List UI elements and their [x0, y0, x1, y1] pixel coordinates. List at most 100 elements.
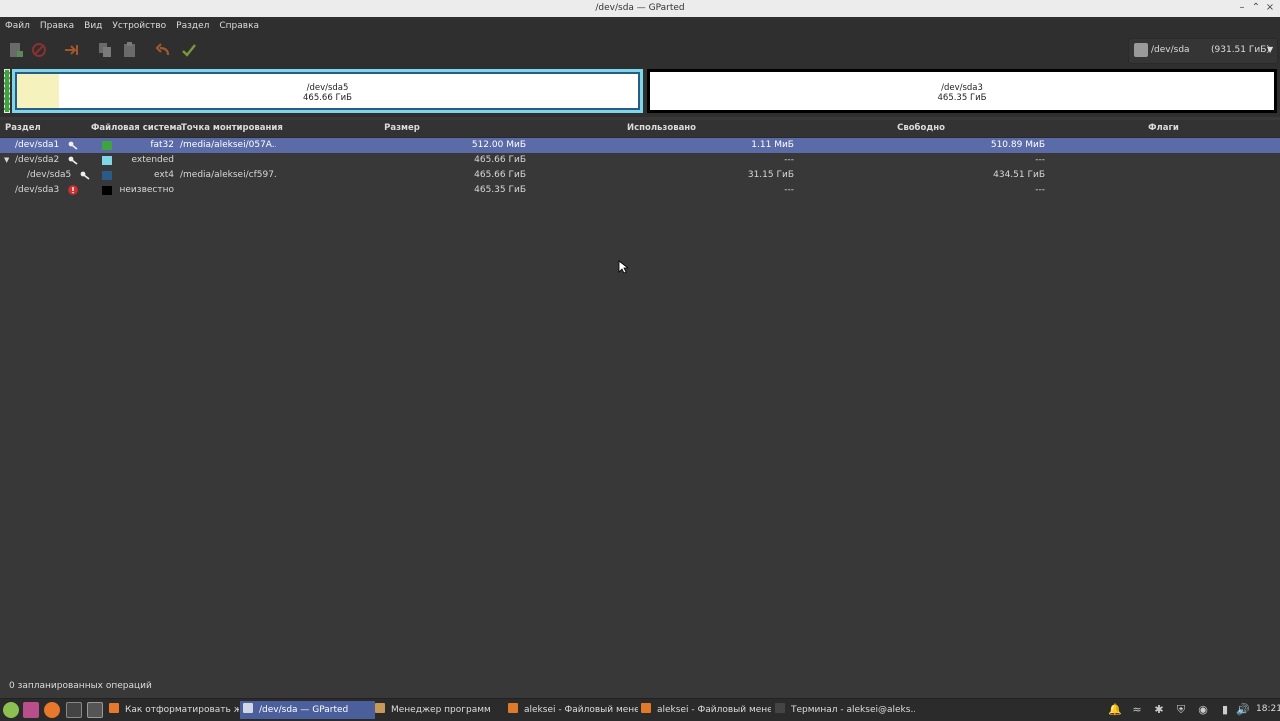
- menu-help[interactable]: Справка: [214, 17, 264, 35]
- filesystem: ext4: [154, 170, 174, 180]
- app-icon: [109, 703, 119, 713]
- free: 510.89 МиБ: [990, 140, 1045, 150]
- header-flags[interactable]: Флаги: [1047, 120, 1280, 137]
- partition-name: /dev/sda5: [27, 170, 72, 180]
- taskbar-item[interactable]: Менеджер программ: [372, 701, 505, 719]
- menu-edit[interactable]: Правка: [35, 17, 79, 35]
- bluetooth-icon[interactable]: ✱: [1152, 703, 1166, 717]
- mouse-pointer-icon: [618, 260, 628, 274]
- nvidia-icon[interactable]: ◉: [1196, 703, 1210, 717]
- bell-icon[interactable]: 🔔: [1108, 703, 1122, 717]
- software-icon[interactable]: [23, 702, 39, 718]
- flags: [1050, 168, 1250, 183]
- flags: [1050, 138, 1250, 153]
- mountpoint: [180, 183, 276, 198]
- disk-icon: [1134, 43, 1148, 57]
- maximize-icon[interactable]: ⌃: [1250, 2, 1262, 14]
- minimize-icon[interactable]: –: [1236, 2, 1248, 14]
- used: 31.15 ГиБ: [747, 170, 794, 180]
- taskbar: Как отформатировать ж... /dev/sda — GPart…: [0, 698, 1280, 721]
- free: 434.51 ГиБ: [993, 170, 1045, 180]
- table-row[interactable]: /dev/sda5 ext4/media/aleksei/cf597... 465.…: [0, 168, 1280, 183]
- paste-icon[interactable]: [121, 41, 139, 59]
- partition-table: /dev/sda1 fat32/media/aleksei/057A... 512.…: [0, 138, 1280, 208]
- taskbar-item-label: /dev/sda — GParted: [259, 705, 349, 715]
- size: 465.66 ГиБ: [474, 155, 526, 165]
- expander-icon[interactable]: ▼: [4, 153, 9, 168]
- header-free[interactable]: Свободно: [796, 120, 1046, 137]
- table-row[interactable]: ▼ /dev/sda2 extended 465.66 ГиБ --- ---: [0, 153, 1280, 168]
- copy-icon[interactable]: [97, 41, 115, 59]
- header-size[interactable]: Размер: [277, 120, 527, 137]
- menu-view[interactable]: Вид: [79, 17, 107, 35]
- taskbar-item[interactable]: aleksei - Файловый мене...: [505, 701, 638, 719]
- menu-partition[interactable]: Раздел: [171, 17, 214, 35]
- menu-device[interactable]: Устройство: [107, 17, 171, 35]
- taskbar-item[interactable]: aleksei - Файловый мене...: [638, 701, 771, 719]
- status-text: 0 запланированных операций: [9, 681, 152, 691]
- chevron-down-icon: ▼: [1267, 45, 1274, 54]
- sda3-graphic[interactable]: /dev/sda3 465.35 ГиБ: [647, 69, 1277, 113]
- table-row[interactable]: /dev/sda3 неизвестно 465.35 ГиБ --- ---: [0, 183, 1280, 198]
- free: ---: [1035, 185, 1045, 195]
- taskbar-item-label: Терминал - aleksei@aleks...: [791, 705, 915, 715]
- sda5-graphic-size: 465.66 ГиБ: [303, 93, 352, 103]
- files-icon[interactable]: [87, 702, 103, 718]
- partition-name: /dev/sda1: [15, 140, 60, 150]
- new-icon[interactable]: [7, 41, 25, 59]
- fs-color-swatch: [102, 141, 112, 150]
- app-icon: [375, 703, 385, 713]
- menu-icon[interactable]: [3, 702, 19, 718]
- menu-file[interactable]: Файл: [0, 17, 35, 35]
- wifi-icon[interactable]: ≈: [1130, 703, 1144, 717]
- header-filesystem[interactable]: Файловая система: [91, 120, 182, 137]
- app-icon: [641, 703, 651, 713]
- size: 465.66 ГиБ: [474, 170, 526, 180]
- menu-bar: Файл Правка Вид Устройство Раздел Справка: [0, 17, 1280, 35]
- warning-icon: [68, 185, 78, 195]
- header-partition[interactable]: Раздел: [5, 120, 41, 137]
- delete-icon[interactable]: [30, 41, 48, 59]
- terminal-icon[interactable]: [66, 702, 82, 718]
- device-name: /dev/sda: [1151, 45, 1190, 55]
- filesystem: fat32: [150, 140, 174, 150]
- partition-name: /dev/sda3: [15, 185, 60, 195]
- taskbar-item[interactable]: Как отформатировать ж...: [106, 701, 239, 719]
- sda2-graphic[interactable]: /dev/sda5 465.66 ГиБ: [12, 69, 643, 113]
- table-row[interactable]: /dev/sda1 fat32/media/aleksei/057A... 512.…: [0, 138, 1280, 153]
- flags: [1050, 153, 1250, 168]
- taskbar-item-label: aleksei - Файловый мене...: [524, 705, 638, 715]
- filesystem: неизвестно: [119, 185, 174, 195]
- sda5-graphic[interactable]: /dev/sda5 465.66 ГиБ: [15, 72, 640, 110]
- clock[interactable]: 18:21: [1256, 704, 1280, 714]
- resize-move-icon[interactable]: [63, 41, 81, 59]
- used: 1.11 МиБ: [751, 140, 794, 150]
- taskbar-item-label: Менеджер программ: [391, 705, 491, 715]
- device-selector[interactable]: /dev/sda (931.51 ГиБ) ▼: [1128, 38, 1278, 64]
- taskbar-item[interactable]: /dev/sda — GParted: [240, 701, 375, 719]
- size: 465.35 ГиБ: [474, 185, 526, 195]
- device-size: (931.51 ГиБ): [1211, 45, 1270, 55]
- window-title: /dev/sda — GParted: [595, 3, 685, 13]
- battery-icon[interactable]: ▮: [1218, 703, 1232, 717]
- key-icon: [68, 156, 78, 165]
- taskbar-item-label: Как отформатировать ж...: [125, 705, 239, 715]
- sda1-graphic[interactable]: [4, 69, 10, 113]
- flags: [1050, 183, 1250, 198]
- mountpoint: [180, 153, 276, 168]
- used: ---: [784, 185, 794, 195]
- key-icon: [68, 141, 78, 150]
- shield-icon[interactable]: ⛨: [1174, 703, 1188, 717]
- close-icon[interactable]: ×: [1264, 2, 1276, 14]
- app-icon: [243, 703, 253, 713]
- mountpoint: /media/aleksei/057A...: [180, 140, 276, 150]
- apply-icon[interactable]: [180, 41, 198, 59]
- undo-icon[interactable]: [154, 41, 172, 59]
- sda3-graphic-size: 465.35 ГиБ: [937, 93, 987, 103]
- header-used[interactable]: Использовано: [528, 120, 795, 137]
- size: 512.00 МиБ: [471, 140, 526, 150]
- taskbar-item[interactable]: Терминал - aleksei@aleks...: [772, 701, 915, 719]
- volume-icon[interactable]: 🔊: [1236, 703, 1250, 717]
- firefox-icon[interactable]: [44, 702, 60, 718]
- header-mountpoint[interactable]: Точка монтирования: [181, 120, 283, 137]
